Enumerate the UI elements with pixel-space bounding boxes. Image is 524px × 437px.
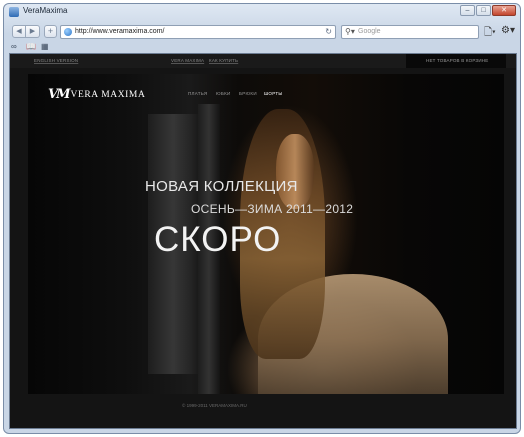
menu-trousers[interactable]: БРЮКИ [239, 91, 257, 96]
back-forward-group: ◀ ▶ [12, 25, 40, 38]
window-controls: – □ ✕ [460, 5, 516, 16]
search-placeholder: Google [358, 28, 381, 35]
menu-shorts[interactable]: ШОРТЫ [264, 91, 283, 96]
address-text: http://www.veramaxima.com/ [75, 28, 165, 35]
logo-text: VERA MAXIMA [70, 89, 146, 100]
hero-photo-face [276, 134, 314, 209]
app-icon [9, 7, 19, 17]
title-bar: VeraMaxima – □ ✕ [4, 4, 520, 20]
minimize-button[interactable]: – [460, 5, 475, 16]
hero-soon-heading: СКОРО [154, 220, 282, 259]
hero-banner: VM VERA MAXIMA ПЛАТЬЯ ЮБКИ БРЮКИ ШОРТЫ Н… [28, 74, 504, 394]
maximize-button[interactable]: □ [476, 5, 491, 16]
navigation-toolbar: ◀ ▶ + http://www.veramaxima.com/ ↻ ⚲▾ Go… [4, 22, 520, 42]
grid-icon[interactable]: ▦ [41, 42, 49, 51]
menu-skirts[interactable]: ЮБКИ [216, 91, 231, 96]
cart-box[interactable]: НЕТ ТОВАРОВ В КОРЗИНЕ [406, 54, 506, 68]
page-menu-icon[interactable]: 🗋▾ [484, 25, 496, 42]
book-icon[interactable]: 📖 [26, 42, 36, 51]
site-logo[interactable]: VM VERA MAXIMA [48, 87, 145, 102]
close-button[interactable]: ✕ [492, 5, 516, 16]
menu-dresses[interactable]: ПЛАТЬЯ [188, 91, 207, 96]
how-to-buy-link[interactable]: КАК КУПИТЬ [209, 58, 238, 63]
gear-icon[interactable]: ⚙▾ [501, 25, 515, 36]
english-version-link[interactable]: ENGLISH VERSION [34, 58, 78, 63]
hero-season-heading: ОСЕНЬ—ЗИМА 2011—2012 [191, 202, 354, 216]
cart-status: НЕТ ТОВАРОВ В КОРЗИНЕ [426, 58, 489, 63]
hero-collection-heading: НОВАЯ КОЛЛЕКЦИЯ [145, 178, 298, 195]
address-bar[interactable]: http://www.veramaxima.com/ ↻ [60, 25, 336, 39]
search-icon[interactable]: ⚲▾ [345, 27, 355, 36]
add-bookmark-button[interactable]: + [44, 25, 57, 38]
window-title: VeraMaxima [23, 6, 68, 15]
bookmarks-bar: ∞ 📖 ▦ [4, 42, 520, 53]
web-page: ENGLISH VERSION VERA MAXIMA КАК КУПИТЬ Н… [9, 53, 517, 429]
site-footer-copyright: © 1999-2011 VERAMAXIMA.RU [182, 403, 247, 408]
back-button[interactable]: ◀ [12, 25, 26, 38]
globe-icon [64, 28, 72, 36]
browser-window: VeraMaxima – □ ✕ ◀ ▶ + http://www.verama… [3, 3, 521, 434]
search-input[interactable]: ⚲▾ Google [341, 25, 479, 39]
reload-icon[interactable]: ↻ [325, 27, 332, 36]
forward-button[interactable]: ▶ [26, 25, 40, 38]
vera-maxima-link[interactable]: VERA MAXIMA [171, 58, 204, 63]
reading-glasses-icon[interactable]: ∞ [11, 42, 17, 51]
site-top-bar: ENGLISH VERSION VERA MAXIMA КАК КУПИТЬ Н… [10, 54, 516, 68]
logo-mark: VM [48, 87, 71, 102]
